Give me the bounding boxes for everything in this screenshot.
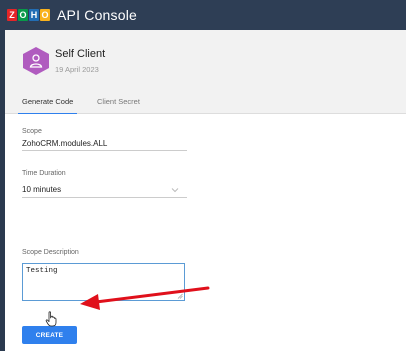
logo-letter-h: H bbox=[29, 9, 39, 21]
scope-input[interactable]: ZohoCRM.modules.ALL bbox=[22, 139, 107, 148]
app-title: API Console bbox=[57, 7, 138, 23]
tab-client-secret[interactable]: Client Secret bbox=[97, 97, 140, 106]
chevron-down-icon[interactable] bbox=[171, 186, 179, 194]
time-duration-underline bbox=[22, 197, 187, 198]
client-name: Self Client bbox=[55, 48, 106, 60]
time-duration-select[interactable]: 10 minutes bbox=[22, 185, 61, 194]
client-avatar bbox=[23, 47, 49, 75]
client-panel: Self Client 19 April 2023 Generate Code … bbox=[5, 30, 406, 351]
hand-cursor-icon bbox=[45, 311, 57, 327]
client-date: 19 April 2023 bbox=[55, 65, 99, 74]
scope-description-label: Scope Description bbox=[22, 249, 79, 256]
logo-letter-o: O bbox=[18, 9, 28, 21]
tab-bar: Generate Code Client Secret bbox=[5, 92, 406, 115]
logo-letter-z: Z bbox=[7, 9, 17, 21]
scope-label: Scope bbox=[22, 128, 42, 135]
tab-generate-code[interactable]: Generate Code bbox=[17, 97, 78, 115]
zoho-logo[interactable]: Z O H O bbox=[7, 8, 51, 22]
create-button[interactable]: CREATE bbox=[22, 326, 77, 344]
scope-description-textarea[interactable]: Testing bbox=[22, 263, 185, 301]
scope-underline bbox=[22, 150, 187, 151]
top-bar: Z O H O API Console bbox=[0, 0, 406, 30]
logo-letter-o: O bbox=[40, 9, 50, 21]
scope-description-value: Testing bbox=[26, 267, 58, 275]
generate-code-form: Scope ZohoCRM.modules.ALL Time Duration … bbox=[5, 114, 406, 351]
resize-handle-icon[interactable] bbox=[177, 293, 183, 299]
time-duration-label: Time Duration bbox=[22, 170, 66, 177]
client-header: Self Client 19 April 2023 Generate Code … bbox=[5, 30, 406, 115]
